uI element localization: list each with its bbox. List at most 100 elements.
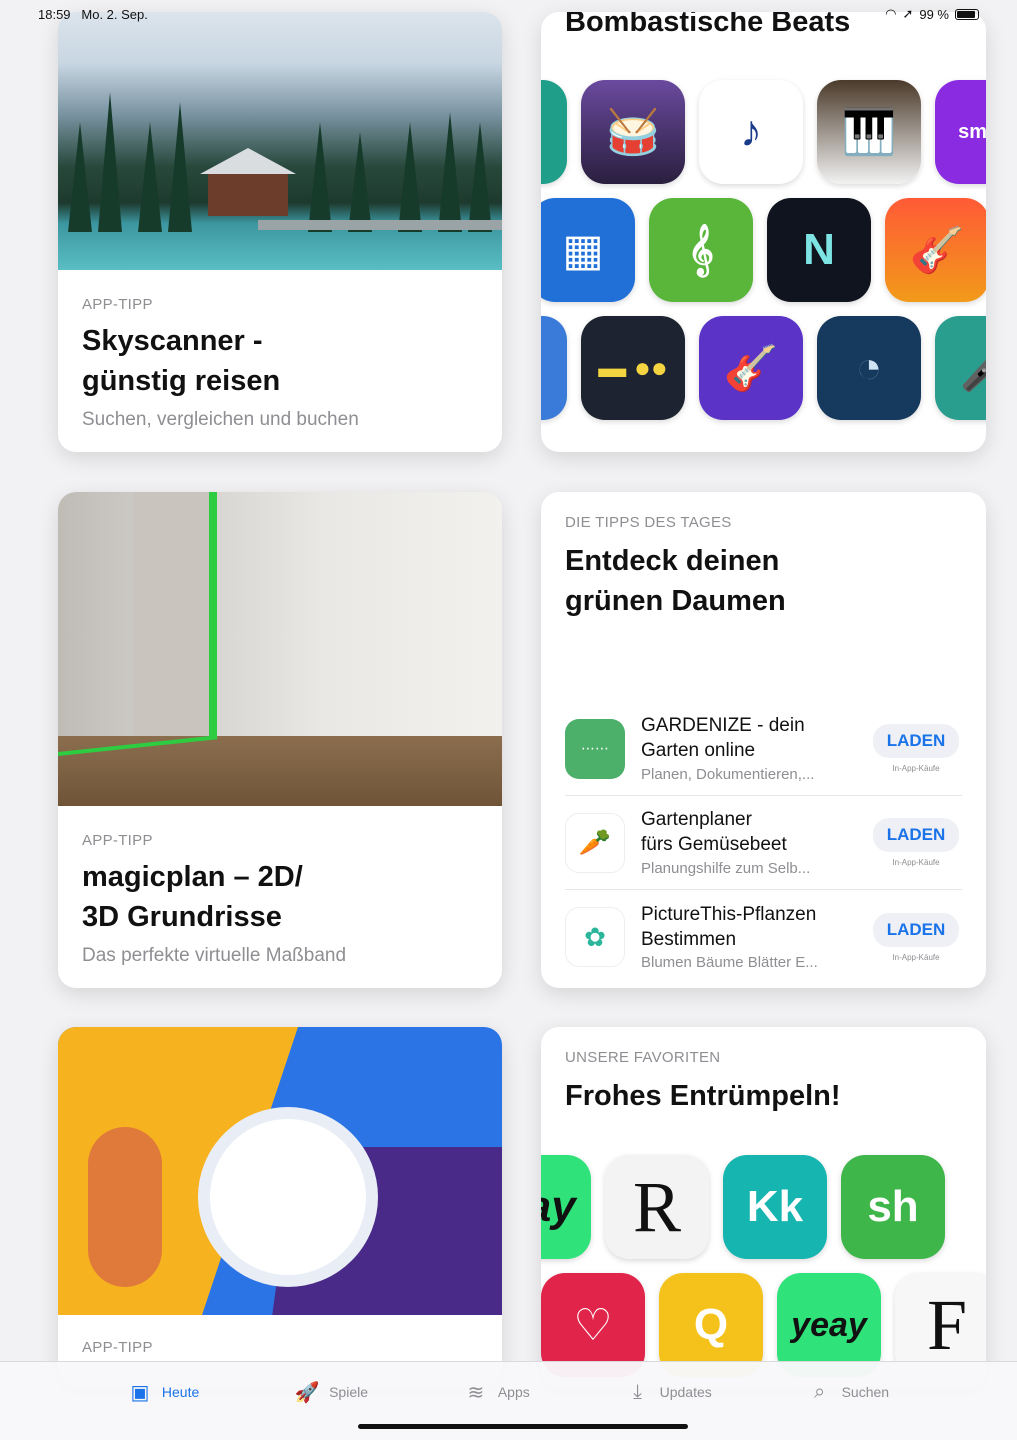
card-image-room xyxy=(58,492,502,806)
in-app-purchases-label: In-App-Käufe xyxy=(892,952,940,962)
app-name: Gartenplaner fürs Gemüsebeet xyxy=(641,809,787,855)
tab-label: Suchen xyxy=(841,1384,890,1400)
in-app-purchases-label: In-App-Käufe xyxy=(892,858,940,867)
search-icon: ⌕ xyxy=(813,1380,826,1403)
get-button[interactable]: LADEN xyxy=(872,912,960,947)
status-bar: 18:59 Mo. 2. Sep. ◠ ➚ 99 % xyxy=(0,0,1017,28)
rocket-icon: 🚀 xyxy=(294,1381,320,1404)
sh-icon: sh xyxy=(841,1155,945,1259)
status-left: 18:59 Mo. 2. Sep. xyxy=(38,7,148,22)
card-text: DIE TIPPS DES TAGES Entdeck deinen grüne… xyxy=(565,514,962,621)
r-icon: R xyxy=(605,1155,709,1259)
card-subtitle: Suchen, vergleichen und buchen xyxy=(82,409,359,431)
dock xyxy=(258,220,502,230)
icon-grid: eay R Kk sh ♡ Q yeay F xyxy=(541,1155,986,1387)
cabin xyxy=(200,148,296,216)
card-beats[interactable]: Bombastische Beats 🥁 ♪ 🎹 smule ▦ 𝄞 N 🎸 ▬… xyxy=(541,12,986,452)
kk-icon: Kk xyxy=(723,1155,827,1259)
card-tips-of-day[interactable]: DIE TIPPS DES TAGES Entdeck deinen grüne… xyxy=(541,492,986,988)
tip-action: LADEN In-App-Käufe xyxy=(870,912,962,962)
card-title: Frohes Entrümpeln! xyxy=(565,1080,841,1112)
stopwatch-icon xyxy=(198,1107,378,1287)
drum-icon: 🥁 xyxy=(581,80,685,184)
get-button[interactable]: LADEN xyxy=(872,818,960,852)
gardenize-icon: ⋯⋯ xyxy=(565,718,625,779)
app-name: PictureThis-Pflanzen Bestimmen xyxy=(641,903,817,950)
launchpad-icon: ▦ xyxy=(541,198,635,302)
card-text: UNSERE FAVORITEN Frohes Entrümpeln! xyxy=(565,1049,962,1116)
tab-label: Apps xyxy=(497,1384,530,1400)
tip-text: GARDENIZE - dein Garten online Planen, D… xyxy=(641,714,870,782)
piano-icon: 🎹 xyxy=(817,80,921,184)
card-title: Entdeck deinen grünen Daumen xyxy=(565,545,786,618)
wifi-icon: ◠ xyxy=(885,6,897,21)
smule-icon: smule xyxy=(935,80,986,184)
guitarist-icon: 🎸 xyxy=(699,316,803,420)
stack-icon: ≋ xyxy=(467,1381,485,1404)
card-text: APP-TIPP magicplan – 2D/ 3D Grundrisse D… xyxy=(82,832,478,967)
app-name: GARDENIZE - dein Garten online xyxy=(641,715,805,761)
measure-line xyxy=(213,492,217,742)
tip-text: Gartenplaner fürs Gemüsebeet Planungshil… xyxy=(641,808,870,876)
tab-label: Heute xyxy=(161,1384,200,1400)
card-eyebrow: DIE TIPPS DES TAGES xyxy=(565,514,732,531)
leaf-icon: ✿ xyxy=(565,907,625,967)
tab-spiele[interactable]: 🚀 Spiele xyxy=(295,1380,368,1404)
card-skyscanner[interactable]: APP-TIPP Skyscanner - günstig reisen Suc… xyxy=(58,12,502,452)
today-icon: ▣ xyxy=(130,1381,150,1404)
in-app-purchases-label: In-App-Käufe xyxy=(892,764,940,773)
card-magicplan[interactable]: APP-TIPP magicplan – 2D/ 3D Grundrisse D… xyxy=(58,492,502,988)
dial-icon: ◔ xyxy=(817,316,921,420)
list-item[interactable]: 🥕 Gartenplaner fürs Gemüsebeet Planungsh… xyxy=(565,796,962,890)
card-image-lake xyxy=(58,12,502,270)
card-eyebrow: APP-TIPP xyxy=(82,296,153,313)
status-right: ◠ ➚ 99 % xyxy=(885,6,979,22)
tip-action: LADEN In-App-Käufe xyxy=(870,724,962,773)
treble-clef-icon: 𝄞 xyxy=(649,198,753,302)
app-description: Planen, Dokumentieren,... xyxy=(641,765,815,783)
battery-icon xyxy=(955,8,979,20)
tab-heute[interactable]: ▣ Heute xyxy=(128,1380,199,1404)
card-activity[interactable]: APP-TIPP xyxy=(58,1027,502,1387)
card-subtitle: Das perfekte virtuelle Maßband xyxy=(82,945,347,967)
get-button[interactable]: LADEN xyxy=(872,724,960,758)
battery-percent: 99 % xyxy=(919,6,949,22)
card-text: APP-TIPP xyxy=(82,1339,478,1356)
icon-grid: 🥁 ♪ 🎹 smule ▦ 𝄞 N 🎸 ▬ ●● 🎸 ◔ 🎤 xyxy=(541,80,986,434)
card-image-activity xyxy=(58,1027,502,1315)
synth-icon: ▬ ●● xyxy=(581,316,685,420)
tip-text: PictureThis-Pflanzen Bestimmen Blumen Bä… xyxy=(641,903,870,971)
carrot-icon: 🥕 xyxy=(565,812,625,873)
download-icon: ⤓ xyxy=(633,1380,643,1403)
app-description: Planungshilfe zum Selb... xyxy=(641,859,811,877)
location-icon: ➚ xyxy=(902,6,914,21)
band-icon: 🎤 xyxy=(935,316,986,420)
music-note-icon: ♪ xyxy=(699,80,803,184)
status-date: Mo. 2. Sep. xyxy=(81,6,148,22)
list-item[interactable]: ✿ PictureThis-Pflanzen Bestimmen Blumen … xyxy=(565,890,962,984)
n-icon: N xyxy=(767,198,871,302)
teal-app-icon xyxy=(541,80,567,184)
garageband-icon: 🎸 xyxy=(885,198,986,302)
tip-list: ⋯⋯ GARDENIZE - dein Garten online Planen… xyxy=(565,702,962,984)
home-indicator[interactable] xyxy=(358,1424,688,1429)
tab-label: Updates xyxy=(659,1384,712,1400)
card-favorites[interactable]: UNSERE FAVORITEN Frohes Entrümpeln! eay … xyxy=(541,1027,986,1387)
tab-label: Spiele xyxy=(329,1384,369,1400)
card-text: APP-TIPP Skyscanner - günstig reisen Suc… xyxy=(82,296,478,431)
door xyxy=(133,492,213,742)
guitar-icon xyxy=(88,1127,162,1287)
tab-updates[interactable]: ⤓ Updates xyxy=(626,1380,712,1404)
card-title: magicplan – 2D/ 3D Grundrisse xyxy=(82,861,303,934)
tip-action: LADEN In-App-Käufe xyxy=(870,818,962,867)
list-item[interactable]: ⋯⋯ GARDENIZE - dein Garten online Planen… xyxy=(565,702,962,796)
tab-suchen[interactable]: ⌕ Suchen xyxy=(808,1380,889,1404)
app-description: Blumen Bäume Blätter E... xyxy=(641,954,818,972)
card-title: Skyscanner - günstig reisen xyxy=(82,325,281,398)
card-eyebrow: UNSERE FAVORITEN xyxy=(565,1049,721,1066)
tab-apps[interactable]: ≋ Apps xyxy=(464,1380,530,1404)
card-eyebrow: APP-TIPP xyxy=(82,832,153,849)
yeay-icon: eay xyxy=(541,1155,591,1259)
card-eyebrow: APP-TIPP xyxy=(82,1339,153,1356)
blue-app-icon xyxy=(541,316,567,420)
